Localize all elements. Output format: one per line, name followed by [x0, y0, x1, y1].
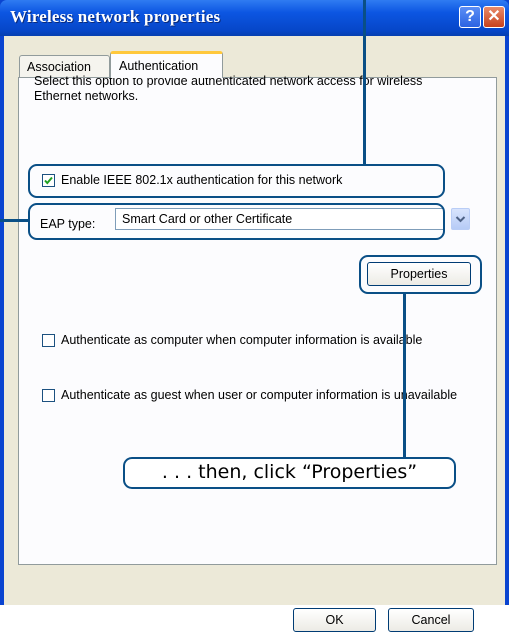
callout-leader-line-top — [363, 0, 366, 165]
authentication-panel — [18, 77, 497, 565]
auth-as-computer-label: Authenticate as computer when computer i… — [61, 333, 423, 347]
ok-button[interactable]: OK — [293, 608, 376, 632]
window-title: Wireless network properties — [10, 7, 221, 26]
help-icon: ? — [465, 8, 475, 25]
auth-as-guest-label: Authenticate as guest when user or compu… — [61, 388, 458, 402]
tab-authentication[interactable]: Authentication — [110, 51, 223, 78]
tab-authentication-label: Authentication — [119, 59, 199, 73]
dialog-window: Wireless network properties ? ✕ Associat… — [0, 0, 509, 632]
eap-type-dropdown-button[interactable] — [451, 208, 470, 230]
close-icon: ✕ — [487, 8, 501, 25]
callout-leader-line-left — [0, 219, 30, 222]
close-button[interactable]: ✕ — [483, 6, 505, 28]
cancel-button[interactable]: Cancel — [388, 608, 474, 632]
callout-caption: . . . then, click “Properties” — [123, 457, 456, 489]
properties-highlight — [359, 255, 482, 294]
callout-leader-line-properties — [403, 293, 406, 458]
dialog-client-area: Association Authentication OK Cancel — [4, 36, 505, 632]
tab-association-label: Association — [27, 60, 91, 74]
help-button[interactable]: ? — [459, 6, 481, 28]
auth-as-guest-checkbox[interactable] — [42, 389, 55, 402]
auth-as-computer-checkbox[interactable] — [42, 334, 55, 347]
enable-8021x-highlight — [28, 164, 445, 198]
chevron-down-icon — [455, 216, 466, 223]
title-bar[interactable]: Wireless network properties ? ✕ — [0, 0, 509, 36]
eap-type-highlight — [28, 203, 445, 240]
description-text: Select this option to provide authentica… — [34, 74, 423, 103]
